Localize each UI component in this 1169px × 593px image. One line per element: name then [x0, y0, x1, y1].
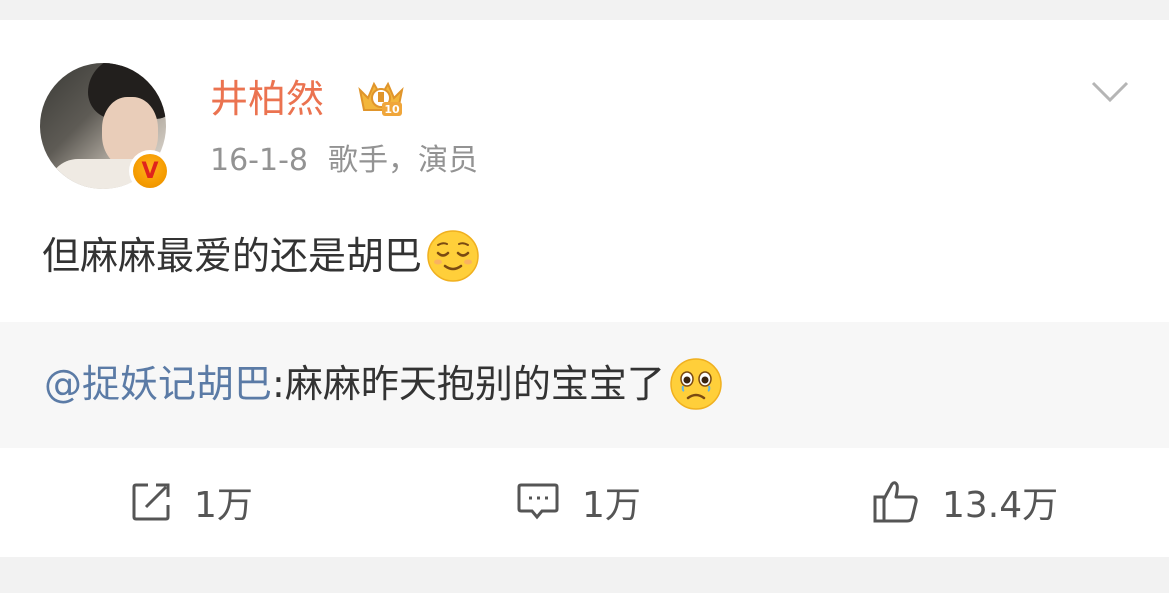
post-text-content: 但麻麻最爱的还是胡巴: [42, 234, 423, 278]
comment-count: 1万: [582, 485, 641, 526]
relieved-face-icon: [427, 230, 479, 282]
repost-content: :麻麻昨天抱别的宝宝了: [272, 362, 665, 406]
like-button[interactable]: 13.4万: [872, 476, 1058, 528]
weibo-post-card: V 井柏然 10 16-1-8 歌手，演员 但麻麻最爱的还是胡巴 @捉妖记胡巴: [0, 0, 1169, 593]
post-date: 16-1-8: [210, 143, 308, 178]
crying-face-icon: [670, 358, 722, 410]
bottom-separator: [0, 557, 1169, 593]
repost-text: @捉妖记胡巴:麻麻昨天抱别的宝宝了: [44, 356, 723, 412]
repost-count: 1万: [194, 485, 253, 526]
edit-share-icon: [132, 483, 170, 521]
comment-button[interactable]: 1万: [516, 476, 641, 528]
repost-button[interactable]: 1万: [130, 476, 253, 528]
crown-level-10-icon: 10: [358, 81, 404, 116]
post-source: 歌手，演员: [328, 143, 478, 178]
top-separator: [0, 0, 1169, 20]
username[interactable]: 井柏然: [210, 74, 324, 124]
chevron-down-icon[interactable]: [1090, 80, 1130, 104]
level-badge-text: 10: [384, 103, 400, 116]
post-meta: 16-1-8 歌手，演员: [210, 140, 478, 182]
post-text: 但麻麻最爱的还是胡巴: [42, 228, 480, 284]
like-count: 13.4万: [942, 485, 1059, 526]
mention-link[interactable]: @捉妖记胡巴: [44, 356, 272, 412]
thumbs-up-icon: [873, 481, 918, 523]
v-verified-icon: V: [129, 150, 171, 192]
comment-icon: [517, 483, 559, 520]
